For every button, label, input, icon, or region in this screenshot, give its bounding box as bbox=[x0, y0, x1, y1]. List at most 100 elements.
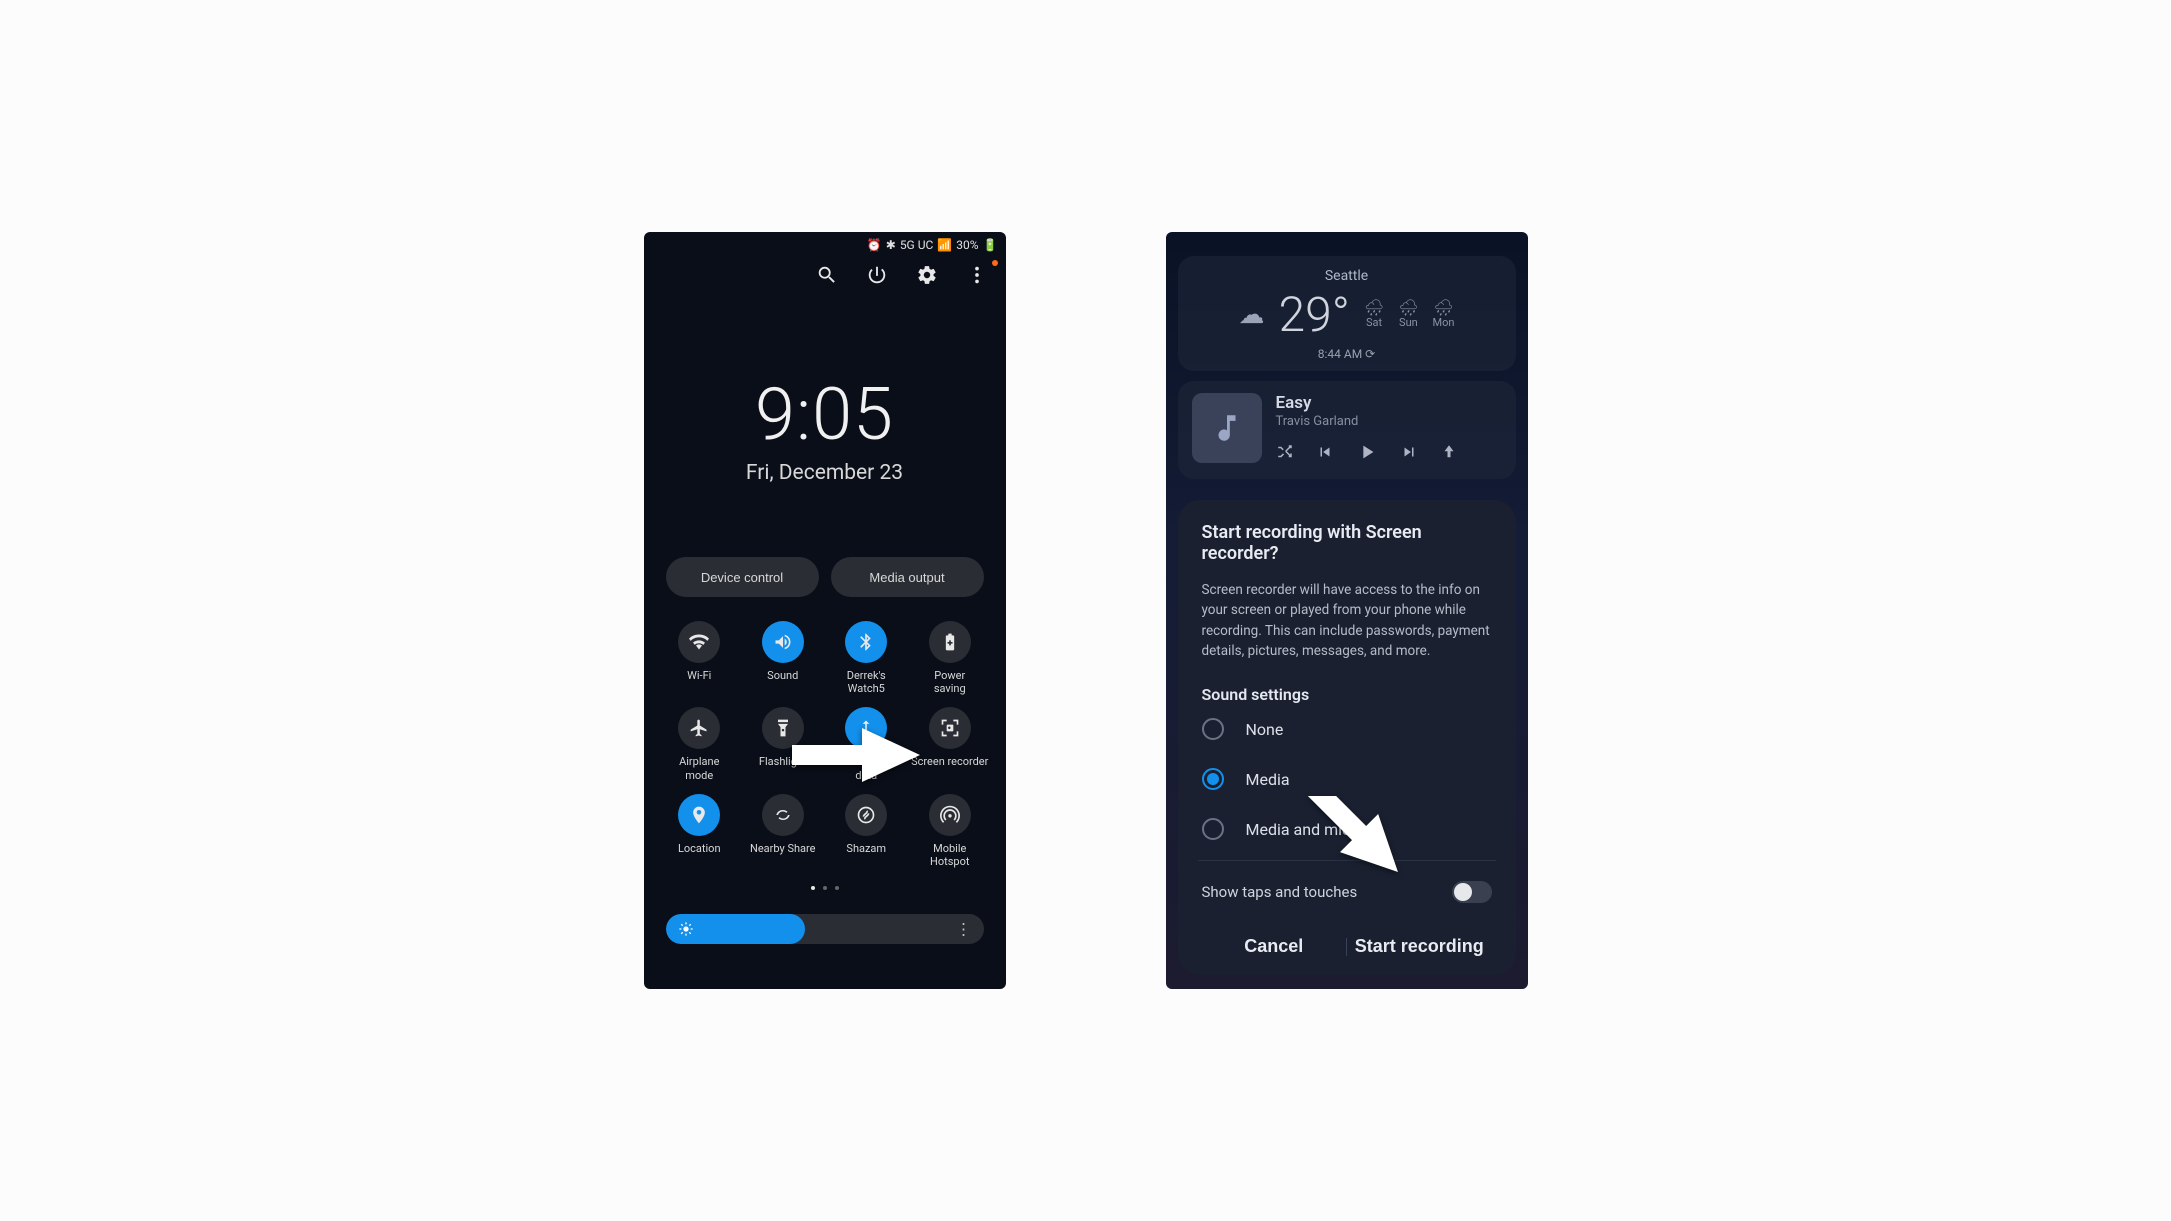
radio-button bbox=[1202, 718, 1224, 740]
weather-day-label: Sun bbox=[1399, 316, 1418, 329]
qs-label: Location bbox=[678, 842, 721, 855]
clock-time: 9:05 bbox=[644, 372, 1006, 457]
radio-label: Media bbox=[1246, 770, 1290, 789]
qs-label: Flashlight bbox=[759, 755, 807, 768]
search-icon[interactable] bbox=[816, 264, 838, 290]
screenshot-quick-settings: ⏰ ✱ 5G UC 📶 30% 🔋 9:05 Fri, December 23 … bbox=[644, 232, 1006, 989]
cast-icon[interactable] bbox=[1440, 443, 1458, 465]
panel-top-actions bbox=[644, 254, 1006, 302]
radio-button-selected bbox=[1202, 768, 1224, 790]
radio-label: None bbox=[1246, 720, 1284, 739]
shazam-icon bbox=[856, 805, 876, 825]
qs-label: Screen recorder bbox=[911, 755, 988, 768]
mobile-data-icon bbox=[856, 718, 876, 738]
location-icon bbox=[689, 805, 709, 825]
toggle-label: Show taps and touches bbox=[1202, 883, 1358, 901]
qs-label: Nearby Share bbox=[750, 842, 815, 855]
dialog-section-label: Sound settings bbox=[1202, 685, 1492, 704]
battery-icon: 🔋 bbox=[983, 238, 998, 252]
weather-day-label: Sat bbox=[1366, 316, 1382, 329]
sound-icon bbox=[773, 632, 793, 652]
previous-track-icon[interactable] bbox=[1316, 443, 1334, 465]
weather-day-label: Mon bbox=[1433, 316, 1455, 329]
brightness-slider[interactable]: ⋮ bbox=[666, 914, 984, 944]
start-recording-button[interactable]: Start recording bbox=[1347, 936, 1492, 957]
radio-option-media[interactable]: Media bbox=[1202, 754, 1492, 804]
qs-tile-location[interactable]: Location bbox=[660, 794, 740, 868]
screenshot-record-dialog: Seattle ☁ 29° 🌧Sat 🌧Sun 🌧Mon 8:44 AM ⟳ E… bbox=[1166, 232, 1528, 989]
screen-record-icon bbox=[940, 718, 960, 738]
more-options-icon[interactable] bbox=[966, 264, 988, 290]
wifi-icon bbox=[689, 632, 709, 652]
airplane-icon bbox=[689, 718, 709, 738]
rain-icon: 🌧 bbox=[1364, 300, 1384, 316]
screen-recorder-dialog: Start recording with Screen recorder? Sc… bbox=[1178, 500, 1516, 975]
qs-tile-hotspot[interactable]: Mobile Hotspot bbox=[910, 794, 990, 868]
radio-button bbox=[1202, 818, 1224, 840]
weather-updated: 8:44 AM bbox=[1318, 347, 1362, 361]
qs-label: Sound bbox=[767, 669, 798, 682]
qs-tile-nearby-share[interactable]: Nearby Share bbox=[743, 794, 823, 868]
media-title: Easy bbox=[1276, 393, 1502, 413]
dialog-message: Screen recorder will have access to the … bbox=[1202, 580, 1492, 661]
qs-tile-airplane[interactable]: Airplane mode bbox=[660, 707, 740, 781]
divider bbox=[1198, 860, 1496, 861]
battery-saving-icon bbox=[940, 632, 960, 652]
qs-tile-shazam[interactable]: Shazam bbox=[827, 794, 907, 868]
hotspot-icon bbox=[940, 805, 960, 825]
radio-label: Media and mic bbox=[1246, 820, 1351, 839]
qs-label: Power saving bbox=[934, 669, 966, 695]
bluetooth-icon bbox=[856, 632, 876, 652]
media-widget[interactable]: Easy Travis Garland bbox=[1178, 381, 1516, 479]
qs-label: Wi-Fi bbox=[687, 669, 711, 682]
rain-icon: 🌧 bbox=[1433, 300, 1453, 316]
qs-label: Shazam bbox=[846, 842, 886, 855]
brightness-fill bbox=[666, 914, 806, 944]
toggle-switch[interactable] bbox=[1452, 881, 1492, 903]
flashlight-icon bbox=[773, 718, 793, 738]
cancel-button[interactable]: Cancel bbox=[1202, 936, 1347, 957]
dialog-title: Start recording with Screen recorder? bbox=[1202, 522, 1492, 564]
rain-icon: 🌧 bbox=[1398, 300, 1418, 316]
quick-settings-grid: Wi-Fi Sound Derrek's Watch5 Power saving… bbox=[644, 597, 1006, 868]
qs-tile-bluetooth[interactable]: Derrek's Watch5 bbox=[827, 621, 907, 695]
media-output-button[interactable]: Media output bbox=[831, 557, 984, 597]
dialog-actions: Cancel Start recording bbox=[1202, 922, 1492, 963]
qs-tile-sound[interactable]: Sound bbox=[743, 621, 823, 695]
brightness-more-icon[interactable]: ⋮ bbox=[956, 920, 972, 939]
qs-label: Airplane mode bbox=[679, 755, 719, 781]
sun-icon bbox=[678, 921, 694, 937]
shortcut-row: Device control Media output bbox=[644, 557, 1006, 597]
qs-label: Derrek's Watch5 bbox=[847, 669, 886, 695]
device-control-button[interactable]: Device control bbox=[666, 557, 819, 597]
qs-tile-mobile-data[interactable]: Mobile data bbox=[827, 707, 907, 781]
shuffle-icon[interactable] bbox=[1276, 443, 1294, 465]
page-indicator bbox=[644, 886, 1006, 890]
battery-label: 30% bbox=[956, 238, 978, 252]
show-taps-toggle-row[interactable]: Show taps and touches bbox=[1202, 867, 1492, 913]
refresh-icon[interactable]: ⟳ bbox=[1365, 347, 1375, 361]
qs-tile-wifi[interactable]: Wi-Fi bbox=[660, 621, 740, 695]
nearby-share-icon bbox=[773, 805, 793, 825]
notification-dot-icon bbox=[992, 260, 998, 266]
status-bar: ⏰ ✱ 5G UC 📶 30% 🔋 bbox=[644, 232, 1006, 254]
play-icon[interactable] bbox=[1356, 441, 1378, 467]
qs-label: Mobile Hotspot bbox=[930, 842, 969, 868]
radio-option-none[interactable]: None bbox=[1202, 704, 1492, 754]
radio-option-media-mic[interactable]: Media and mic bbox=[1202, 804, 1492, 854]
weather-city: Seattle bbox=[1192, 268, 1502, 284]
album-art bbox=[1192, 393, 1262, 463]
clock-date: Fri, December 23 bbox=[644, 461, 1006, 485]
next-track-icon[interactable] bbox=[1400, 443, 1418, 465]
network-label: 5G UC bbox=[900, 238, 934, 252]
power-icon[interactable] bbox=[866, 264, 888, 290]
media-artist: Travis Garland bbox=[1276, 414, 1502, 429]
weather-widget[interactable]: Seattle ☁ 29° 🌧Sat 🌧Sun 🌧Mon 8:44 AM ⟳ bbox=[1178, 256, 1516, 371]
qs-tile-screen-recorder[interactable]: Screen recorder bbox=[910, 707, 990, 781]
qs-tile-flashlight[interactable]: Flashlight bbox=[743, 707, 823, 781]
settings-gear-icon[interactable] bbox=[916, 264, 938, 290]
alarm-icon: ⏰ bbox=[867, 238, 882, 252]
qs-label: Mobile data bbox=[850, 755, 883, 781]
clock-block: 9:05 Fri, December 23 bbox=[644, 372, 1006, 485]
qs-tile-power-saving[interactable]: Power saving bbox=[910, 621, 990, 695]
